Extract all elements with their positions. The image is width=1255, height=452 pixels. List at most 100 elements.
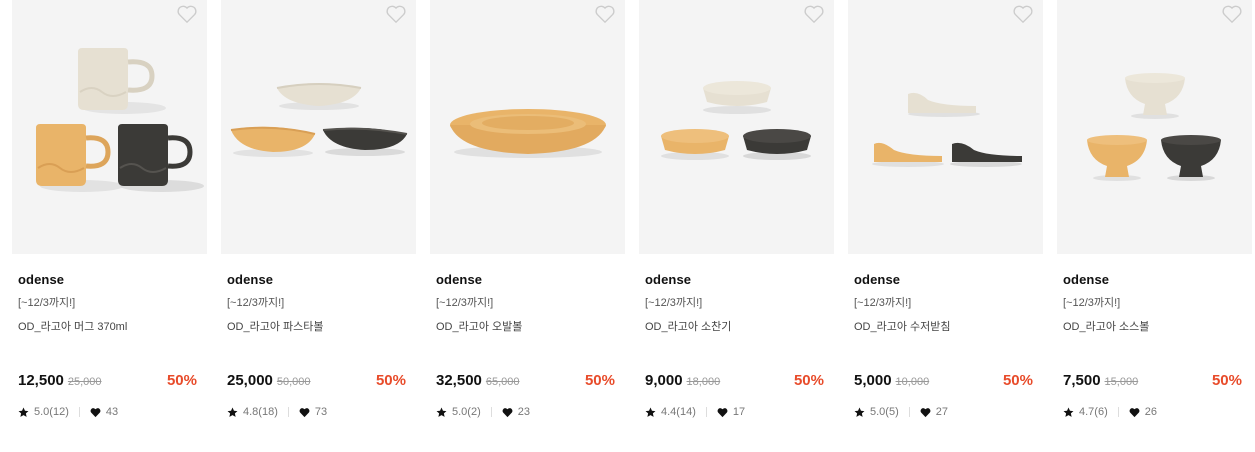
wishlist-heart-icon[interactable] <box>176 4 198 24</box>
like-count: 26 <box>1144 406 1157 418</box>
review-meta: 4.8(18) 73 <box>227 405 410 419</box>
product-image-side-dish-bowls <box>661 81 811 160</box>
product-name[interactable]: OD_라고아 파스타볼 <box>227 320 410 334</box>
product-card[interactable]: odense [~12/3까지!] OD_라고아 파스타볼 25,000 50,… <box>221 0 416 452</box>
wishlist-heart-icon[interactable] <box>1012 4 1034 24</box>
like-count: 73 <box>314 406 328 418</box>
divider <box>287 407 289 417</box>
sale-price: 12,500 <box>18 372 64 389</box>
product-image-oval-bowl <box>450 109 606 158</box>
review-meta: 4.7(6) 26 <box>1063 405 1246 419</box>
heart-filled-icon <box>502 407 513 417</box>
product-thumbnail[interactable] <box>848 0 1043 254</box>
discount-rate: 50% <box>1211 372 1242 389</box>
heart-filled-icon <box>920 407 931 417</box>
review-meta: 5.0(2) 23 <box>436 405 619 419</box>
product-image-mugs <box>36 48 204 192</box>
product-promo: [~12/3까지!] <box>854 297 912 309</box>
review-meta: 4.4(14) 17 <box>645 405 828 419</box>
product-name[interactable]: OD_라고아 소찬기 <box>645 320 828 334</box>
product-brand[interactable]: odense <box>436 272 619 288</box>
star-icon <box>18 407 29 417</box>
product-thumbnail[interactable] <box>430 0 625 254</box>
wishlist-heart-icon[interactable] <box>385 4 407 24</box>
product-promo: [~12/3까지!] <box>227 297 285 309</box>
like-count: 27 <box>935 406 948 418</box>
product-promo: [~12/3까지!] <box>645 297 703 309</box>
product-thumbnail[interactable] <box>221 0 416 254</box>
rating: 5.0(12) <box>34 406 69 418</box>
original-price: 65,000 <box>485 376 520 388</box>
price-row: 9,000 18,000 50% <box>645 372 828 392</box>
rating: 4.7(6) <box>1079 406 1108 418</box>
heart-filled-icon <box>717 407 728 417</box>
product-card[interactable]: odense [~12/3까지!] OD_라고아 수저받침 5,000 10,0… <box>848 0 1043 452</box>
product-brand[interactable]: odense <box>1063 272 1246 288</box>
product-image-sauce-bowls <box>1087 73 1221 181</box>
divider <box>1117 407 1119 417</box>
like-count: 23 <box>517 406 530 418</box>
price-row: 12,500 25,000 50% <box>18 372 201 392</box>
product-image-pasta-bowls <box>230 83 408 157</box>
star-icon <box>436 407 447 417</box>
product-promo: [~12/3까지!] <box>1063 297 1121 309</box>
price-row: 25,000 50,000 50% <box>227 372 410 392</box>
sale-price: 9,000 <box>645 372 683 389</box>
price-row: 32,500 65,000 50% <box>436 372 619 392</box>
product-promo: [~12/3까지!] <box>436 297 494 309</box>
original-price: 50,000 <box>276 376 311 388</box>
product-name[interactable]: OD_라고아 수저받침 <box>854 320 1037 334</box>
sale-price: 32,500 <box>436 372 482 389</box>
discount-rate: 50% <box>584 372 615 389</box>
divider <box>490 407 492 417</box>
product-brand[interactable]: odense <box>227 272 410 288</box>
price-row: 5,000 10,000 50% <box>854 372 1037 392</box>
heart-filled-icon <box>90 407 101 417</box>
original-price: 15,000 <box>1104 376 1139 388</box>
divider <box>908 407 910 417</box>
product-name[interactable]: OD_라고아 소스볼 <box>1063 320 1246 334</box>
original-price: 18,000 <box>686 376 721 388</box>
rating: 5.0(5) <box>870 406 899 418</box>
product-card[interactable]: odense [~12/3까지!] OD_라고아 오발볼 32,500 65,0… <box>430 0 625 452</box>
star-icon <box>645 407 656 417</box>
product-thumbnail[interactable] <box>1057 0 1252 254</box>
product-name[interactable]: OD_라고아 오발볼 <box>436 320 619 334</box>
sale-price: 25,000 <box>227 372 273 389</box>
product-brand[interactable]: odense <box>18 272 201 288</box>
product-card[interactable]: odense [~12/3까지!] OD_라고아 소스볼 7,500 15,00… <box>1057 0 1252 452</box>
wishlist-heart-icon[interactable] <box>1221 4 1243 24</box>
rating: 4.8(18) <box>243 406 278 418</box>
product-name[interactable]: OD_라고아 머그 370ml <box>18 320 201 334</box>
product-thumbnail[interactable] <box>12 0 207 254</box>
discount-rate: 50% <box>166 372 197 389</box>
review-meta: 5.0(12) 43 <box>18 405 201 419</box>
price-row: 7,500 15,000 50% <box>1063 372 1246 392</box>
star-icon <box>1063 407 1074 417</box>
sale-price: 5,000 <box>854 372 892 389</box>
rating: 4.4(14) <box>661 406 696 418</box>
product-card[interactable]: odense [~12/3까지!] OD_라고아 머그 370ml 12,500… <box>12 0 207 452</box>
review-meta: 5.0(5) 27 <box>854 405 1037 419</box>
discount-rate: 50% <box>793 372 824 389</box>
sale-price: 7,500 <box>1063 372 1101 389</box>
original-price: 10,000 <box>895 376 930 388</box>
like-count: 17 <box>732 406 746 418</box>
product-card[interactable]: odense [~12/3까지!] OD_라고아 소찬기 9,000 18,00… <box>639 0 834 452</box>
divider <box>78 407 80 417</box>
rating: 5.0(2) <box>452 406 481 418</box>
divider <box>705 407 707 417</box>
product-brand[interactable]: odense <box>854 272 1037 288</box>
discount-rate: 50% <box>1002 372 1033 389</box>
star-icon <box>227 407 238 417</box>
product-thumbnail[interactable] <box>639 0 834 254</box>
wishlist-heart-icon[interactable] <box>594 4 616 24</box>
product-promo: [~12/3까지!] <box>18 297 76 309</box>
original-price: 25,000 <box>67 376 102 388</box>
wishlist-heart-icon[interactable] <box>803 4 825 24</box>
heart-filled-icon <box>299 407 310 417</box>
star-icon <box>854 407 865 417</box>
heart-filled-icon <box>1129 407 1140 417</box>
product-brand[interactable]: odense <box>645 272 828 288</box>
like-count: 43 <box>105 406 119 418</box>
